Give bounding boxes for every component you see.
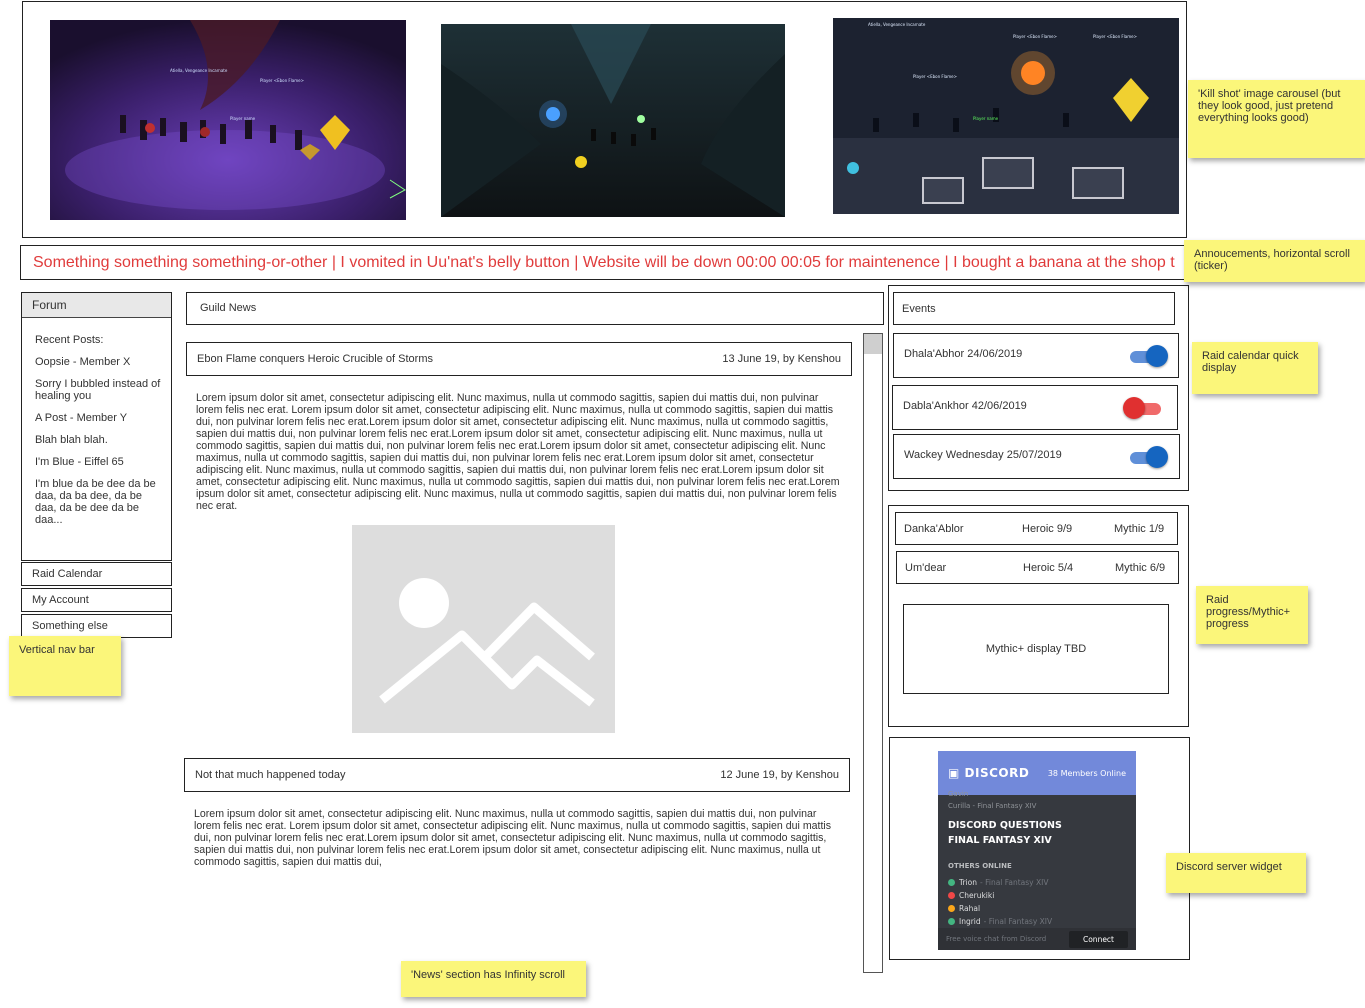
news-article-body: Lorem ipsum dolor sit amet, consectetur … bbox=[196, 392, 840, 512]
news-article-title: Not that much happened today bbox=[195, 769, 346, 781]
announcement-ticker[interactable]: Something something something-or-other |… bbox=[20, 245, 1187, 280]
carousel-image-3[interactable]: Atiella, Vengeance Incarnate Player <Ebo… bbox=[833, 18, 1179, 214]
sticky-note-progress: Raid progress/Mythic+ progress bbox=[1196, 586, 1308, 644]
discord-connect-button[interactable]: Connect bbox=[1068, 930, 1128, 948]
svg-text:Player name: Player name bbox=[230, 116, 256, 121]
svg-text:Atiella, Vengeance Incarnate: Atiella, Vengeance Incarnate bbox=[170, 68, 228, 73]
image-placeholder bbox=[352, 525, 615, 733]
discord-member[interactable]: Gavin bbox=[938, 790, 1136, 800]
event-toggle[interactable] bbox=[1123, 397, 1163, 419]
recent-post-item[interactable]: Oopsie - Member X bbox=[35, 356, 161, 368]
raid-name: Um'dear bbox=[905, 561, 947, 574]
raid-progress-row: Danka'Ablor Heroic 9/9 Mythic 1/9 bbox=[895, 512, 1178, 545]
event-label: Dabla'Ankhor 42/06/2019 bbox=[903, 400, 1027, 412]
discord-member[interactable]: Ingrid - Final Fantasy XIV bbox=[938, 915, 1136, 928]
sticky-note-ticker: Annoucements, horizontal scroll (ticker) bbox=[1184, 240, 1365, 282]
recent-post-item[interactable]: I'm Blue - Eiffel 65 bbox=[35, 456, 161, 468]
event-row[interactable]: Dabla'Ankhor 42/06/2019 bbox=[892, 385, 1178, 430]
svg-text:Player name: Player name bbox=[973, 116, 999, 121]
sticky-note-discord: Discord server widget bbox=[1166, 853, 1306, 893]
discord-member[interactable]: Rahal bbox=[938, 902, 1136, 915]
carousel-image-1[interactable]: Atiella, Vengeance Incarnate Player <Ebo… bbox=[50, 20, 406, 220]
kill-shot-carousel[interactable]: Atiella, Vengeance Incarnate Player <Ebo… bbox=[22, 1, 1187, 238]
discord-member[interactable]: Trion - Final Fantasy XIV bbox=[938, 876, 1136, 889]
event-row[interactable]: Dhala'Abhor 24/06/2019 bbox=[893, 333, 1179, 378]
nav-item-raid-calendar[interactable]: Raid Calendar bbox=[21, 562, 172, 586]
discord-channel-title: DISCORD QUESTIONS bbox=[948, 820, 1062, 831]
recent-post-item[interactable]: Blah blah blah. bbox=[35, 434, 161, 446]
discord-header: ▣ DISCORD 38 Members Online bbox=[938, 751, 1136, 795]
carousel-image-2[interactable] bbox=[441, 24, 785, 217]
event-toggle[interactable] bbox=[1128, 345, 1168, 367]
discord-widget[interactable]: ▣ DISCORD 38 Members Online Gavin Curill… bbox=[938, 751, 1136, 950]
sticky-note-calendar: Raid calendar quick display bbox=[1192, 342, 1318, 394]
vertical-nav-bar: Forum Recent Posts: Oopsie - Member X So… bbox=[21, 292, 172, 561]
news-article-header[interactable]: Ebon Flame conquers Heroic Crucible of S… bbox=[186, 342, 852, 376]
raid-heroic-progress: Heroic 9/9 bbox=[1022, 522, 1073, 535]
svg-text:Atiella, Vengeance Incarnate: Atiella, Vengeance Incarnate bbox=[868, 22, 926, 27]
news-article-header[interactable]: Not that much happened today 12 June 19,… bbox=[184, 758, 850, 792]
events-header: Events bbox=[893, 292, 1175, 325]
news-article-title: Ebon Flame conquers Heroic Crucible of S… bbox=[197, 353, 433, 365]
recent-posts-title: Recent Posts: bbox=[35, 334, 104, 346]
discord-member[interactable]: Curilla - Final Fantasy XIV bbox=[938, 800, 1136, 812]
discord-logo: ▣ DISCORD bbox=[948, 766, 1030, 780]
event-label: Dhala'Abhor 24/06/2019 bbox=[904, 348, 1023, 360]
news-scrollbar-thumb[interactable] bbox=[864, 334, 882, 354]
nav-forum-header[interactable]: Forum bbox=[22, 293, 171, 318]
sticky-note-carousel: 'Kill shot' image carousel (but they loo… bbox=[1188, 80, 1365, 158]
guild-news-header: Guild News bbox=[186, 292, 884, 325]
recent-post-item[interactable]: Sorry I bubbled instead of healing you bbox=[35, 378, 161, 402]
mythic-plus-display: Mythic+ display TBD bbox=[903, 604, 1169, 694]
svg-text:Player <Ebon Flame>: Player <Ebon Flame> bbox=[913, 74, 957, 79]
raid-mythic-progress: Mythic 1/9 bbox=[1114, 522, 1165, 535]
discord-channel-subtitle: FINAL FANTASY XIV bbox=[948, 835, 1052, 846]
sticky-note-nav: Vertical nav bar bbox=[9, 636, 121, 696]
svg-text:Player <Ebon Flame>: Player <Ebon Flame> bbox=[1093, 34, 1137, 39]
event-toggle[interactable] bbox=[1128, 446, 1168, 468]
recent-post-item[interactable]: A Post - Member Y bbox=[35, 412, 161, 424]
sticky-note-news: 'News' section has Infinity scroll bbox=[401, 961, 586, 997]
raid-name: Danka'Ablor bbox=[904, 522, 964, 535]
nav-item-something-else[interactable]: Something else bbox=[21, 614, 172, 638]
discord-online-count: 38 Members Online bbox=[1047, 768, 1126, 778]
raid-progress-row: Um'dear Heroic 5/4 Mythic 6/9 bbox=[896, 551, 1179, 584]
recent-post-item[interactable]: I'm blue da be dee da be daa, da ba dee,… bbox=[35, 478, 161, 526]
raid-mythic-progress: Mythic 6/9 bbox=[1115, 561, 1166, 574]
news-article-meta: 13 June 19, by Kenshou bbox=[722, 353, 841, 365]
discord-member[interactable]: Cherukiki bbox=[938, 889, 1136, 902]
nav-item-my-account[interactable]: My Account bbox=[21, 588, 172, 612]
news-article-body: Lorem ipsum dolor sit amet, consectetur … bbox=[194, 808, 832, 868]
event-label: Wackey Wednesday 25/07/2019 bbox=[904, 449, 1062, 461]
event-row[interactable]: Wackey Wednesday 25/07/2019 bbox=[893, 434, 1180, 479]
ticker-text: Something something something-or-other |… bbox=[33, 254, 1175, 271]
image-placeholder-icon bbox=[379, 578, 595, 707]
svg-text:Player <Ebon Flame>: Player <Ebon Flame> bbox=[260, 78, 304, 83]
news-article-meta: 12 June 19, by Kenshou bbox=[720, 769, 839, 781]
discord-section-label: OTHERS ONLINE bbox=[948, 862, 1012, 870]
discord-footer-text: Free voice chat from Discord bbox=[946, 935, 1047, 943]
discord-footer: Free voice chat from Discord Connect bbox=[938, 928, 1136, 950]
news-scrollbar[interactable] bbox=[863, 333, 883, 973]
mythic-plus-label: Mythic+ display TBD bbox=[985, 643, 1087, 655]
raid-heroic-progress: Heroic 5/4 bbox=[1023, 561, 1074, 574]
svg-text:Player <Ebon Flame>: Player <Ebon Flame> bbox=[1013, 34, 1057, 39]
